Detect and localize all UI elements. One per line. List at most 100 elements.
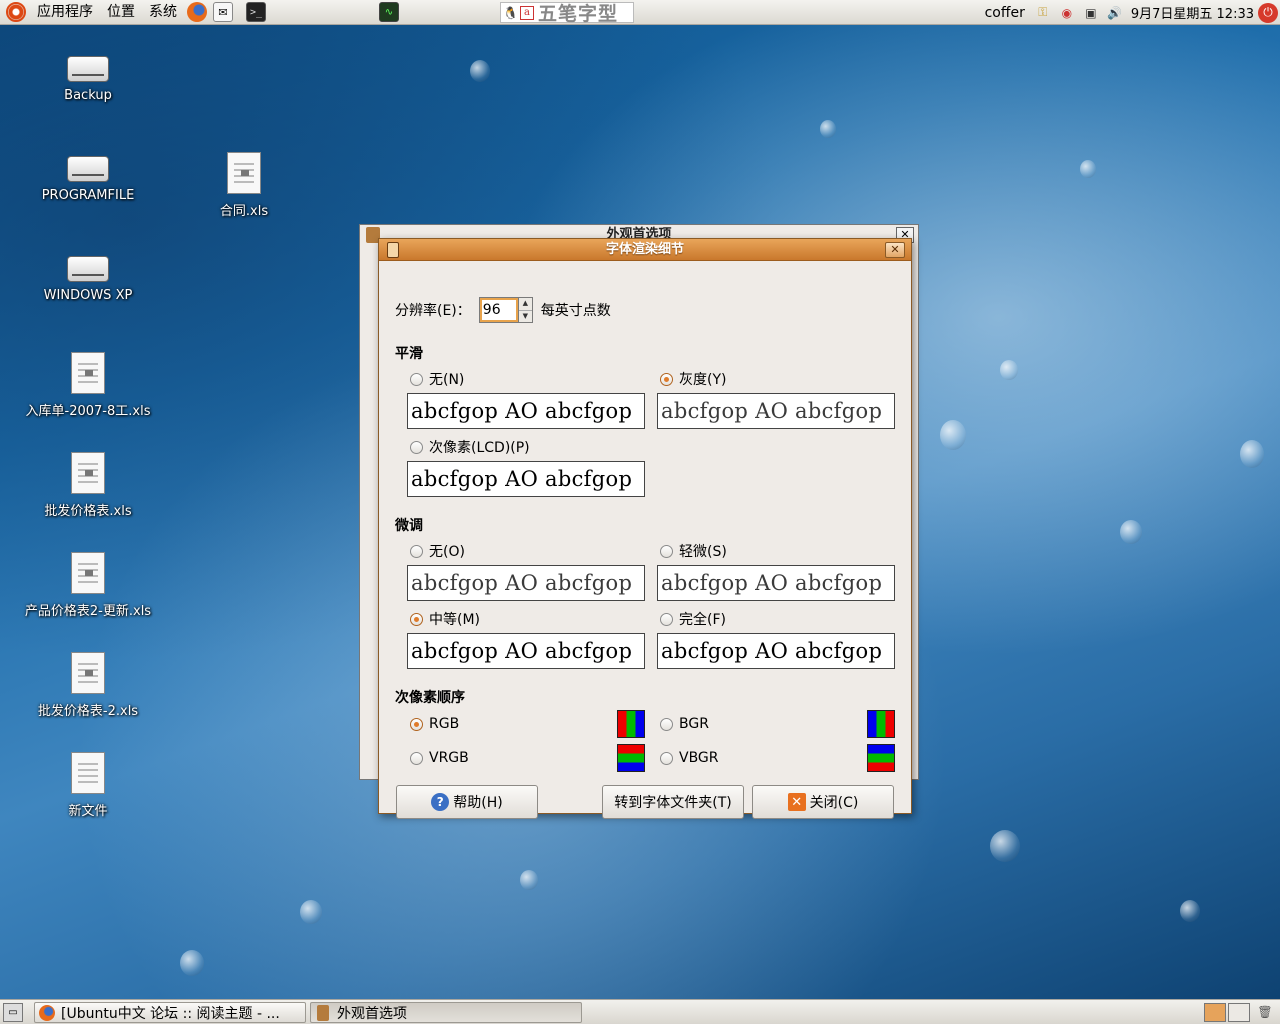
menu-applications[interactable]: 应用程序 <box>30 0 100 25</box>
ubuntu-logo-icon[interactable] <box>6 2 26 22</box>
desktop-icon-file[interactable]: 批发价格表.xls <box>13 452 163 519</box>
volume-icon[interactable]: 🔊 <box>1106 4 1124 22</box>
desktop-icon-label: WINDOWS XP <box>43 288 133 303</box>
ime-mode-label: 五笔字型 <box>537 3 618 25</box>
update-notifier-icon[interactable]: ◉ <box>1058 4 1076 22</box>
desktop-icon-file[interactable]: 产品价格表2-更新.xls <box>13 552 163 619</box>
dialog-titlebar[interactable]: 字体渲染细节 ✕ <box>379 239 911 261</box>
taskbar-item-appearance[interactable]: 外观首选项 <box>310 1002 582 1023</box>
spin-down-icon[interactable]: ▼ <box>519 311 532 323</box>
desktop-icon-backup[interactable]: Backup <box>13 48 163 103</box>
system-monitor-icon[interactable]: ∿ <box>379 2 399 22</box>
spin-up-icon[interactable]: ▲ <box>518 298 532 311</box>
radio-button[interactable] <box>660 612 673 626</box>
show-desktop-icon[interactable]: ▭ <box>3 1003 23 1022</box>
radio-button[interactable] <box>660 717 673 731</box>
smoothing-subpixel-option[interactable]: 次像素(LCD)(P) <box>410 437 530 457</box>
help-button[interactable]: ? 帮助(H) <box>396 785 538 819</box>
rgb-swatch-icon[interactable] <box>617 710 645 738</box>
goto-font-folder-label: 转到字体文件夹(T) <box>614 795 732 811</box>
power-icon[interactable]: ⏻ <box>1258 2 1278 23</box>
option-label: VRGB <box>429 750 469 766</box>
app-icon <box>387 242 399 258</box>
menu-places[interactable]: 位置 <box>100 0 142 25</box>
water-drop <box>940 420 966 450</box>
smoothing-grayscale-option[interactable]: 灰度(Y) <box>660 369 726 389</box>
close-icon[interactable]: ✕ <box>885 242 905 258</box>
radio-button[interactable] <box>410 372 423 386</box>
workspace-2[interactable] <box>1228 1003 1250 1022</box>
username-label[interactable]: coffer <box>985 5 1025 21</box>
resolution-input[interactable]: 96 <box>478 297 519 323</box>
mail-launcher-icon[interactable]: ✉ <box>213 2 233 22</box>
clock[interactable]: 9月7日星期五 12:33 <box>1131 3 1254 22</box>
preview-hinting-medium[interactable]: abcfgop AO abcfgop <box>407 633 645 669</box>
drive-icon <box>67 256 109 282</box>
goto-font-folder-button[interactable]: 转到字体文件夹(T) <box>602 785 744 819</box>
hinting-full-option[interactable]: 完全(F) <box>660 609 726 629</box>
vrgb-swatch-icon[interactable] <box>617 744 645 772</box>
hinting-medium-option[interactable]: 中等(M) <box>410 609 480 629</box>
preview-hinting-full[interactable]: abcfgop AO abcfgop <box>657 633 895 669</box>
radio-button[interactable] <box>660 751 673 765</box>
menu-system[interactable]: 系统 <box>142 0 184 25</box>
dialog-body: 分辨率(E)： 96 ▲ ▼ 每英寸点数 平滑 无(N) abcfgop AO … <box>379 261 911 819</box>
spreadsheet-icon <box>71 352 105 394</box>
desktop-icon-file[interactable]: 合同.xls <box>169 152 319 219</box>
preview-smoothing-none[interactable]: abcfgop AO abcfgop <box>407 393 645 429</box>
hinting-slight-option[interactable]: 轻微(S) <box>660 541 727 561</box>
trash-icon[interactable]: 🗑 <box>1256 1003 1274 1022</box>
preview-hinting-slight[interactable]: abcfgop AO abcfgop <box>657 565 895 601</box>
close-button[interactable]: ✕ 关闭(C) <box>752 785 894 819</box>
preview-smoothing-subpixel[interactable]: abcfgop AO abcfgop <box>407 461 645 497</box>
radio-button[interactable] <box>410 751 423 765</box>
hinting-none-option[interactable]: 无(O) <box>410 541 465 561</box>
help-button-label: 帮助(H) <box>453 795 503 811</box>
keys-icon[interactable]: ⚿ <box>1034 4 1052 22</box>
radio-button-checked[interactable] <box>410 717 423 731</box>
water-drop <box>300 900 322 924</box>
desktop-icon-file[interactable]: 批发价格表-2.xls <box>13 652 163 719</box>
water-drop <box>470 60 490 82</box>
drive-icon <box>67 156 109 182</box>
radio-button-checked[interactable] <box>410 612 423 626</box>
option-label: 次像素(LCD)(P) <box>429 440 530 456</box>
water-drop <box>1180 900 1200 922</box>
radio-button[interactable] <box>410 544 423 558</box>
radio-button-checked[interactable] <box>660 372 673 386</box>
terminal-launcher-icon[interactable]: >_ <box>246 2 266 22</box>
radio-button[interactable] <box>660 544 673 558</box>
smoothing-none-option[interactable]: 无(N) <box>410 369 464 389</box>
hinting-section-title: 微调 <box>395 518 423 534</box>
firefox-launcher-icon[interactable] <box>187 2 207 22</box>
taskbar-item-firefox[interactable]: [Ubuntu中文 论坛 :: 阅读主题 - ... <box>34 1002 306 1023</box>
desktop-icon-windows-xp[interactable]: WINDOWS XP <box>13 248 163 303</box>
smoothing-section-title: 平滑 <box>395 346 423 362</box>
close-button-label: 关闭(C) <box>809 795 859 811</box>
workspace-1[interactable] <box>1204 1003 1226 1022</box>
network-icon[interactable]: ▣ <box>1082 4 1100 22</box>
bgr-swatch-icon[interactable] <box>867 710 895 738</box>
preview-smoothing-grayscale[interactable]: abcfgop AO abcfgop <box>657 393 895 429</box>
subpixel-rgb-option[interactable]: RGB <box>410 716 459 732</box>
subpixel-vrgb-option[interactable]: VRGB <box>410 750 469 766</box>
input-method-status[interactable]: 🐧 a 五笔字型 <box>500 2 634 25</box>
option-label: 无(O) <box>429 544 465 560</box>
subpixel-vbgr-option[interactable]: VBGR <box>660 750 719 766</box>
resolution-row: 分辨率(E)： 96 ▲ ▼ 每英寸点数 <box>395 297 611 323</box>
desktop-icon-label: 新文件 <box>68 804 108 819</box>
panel-tray: coffer ⚿ ◉ ▣ 🔊 9月7日星期五 12:33 ⏻ <box>985 0 1280 25</box>
desktop-icon-label: 批发价格表-2.xls <box>37 704 139 719</box>
desktop-icon-file[interactable]: 入库单-2007-8工.xls <box>13 352 163 419</box>
radio-button[interactable] <box>410 440 423 454</box>
taskbar-item-label: [Ubuntu中文 论坛 :: 阅读主题 - ... <box>61 1005 280 1022</box>
desktop-icon-programfile[interactable]: PROGRAMFILE <box>13 148 163 203</box>
preview-hinting-none[interactable]: abcfgop AO abcfgop <box>407 565 645 601</box>
subpixel-bgr-option[interactable]: BGR <box>660 716 709 732</box>
resolution-label: 分辨率(E)： <box>395 303 471 319</box>
desktop-icon-file[interactable]: 新文件 <box>13 752 163 819</box>
desktop-icon-label: 批发价格表.xls <box>44 504 132 519</box>
vbgr-swatch-icon[interactable] <box>867 744 895 772</box>
taskbar-item-label: 外观首选项 <box>337 1005 407 1022</box>
resolution-spinbox[interactable]: 96 ▲ ▼ <box>478 297 533 323</box>
